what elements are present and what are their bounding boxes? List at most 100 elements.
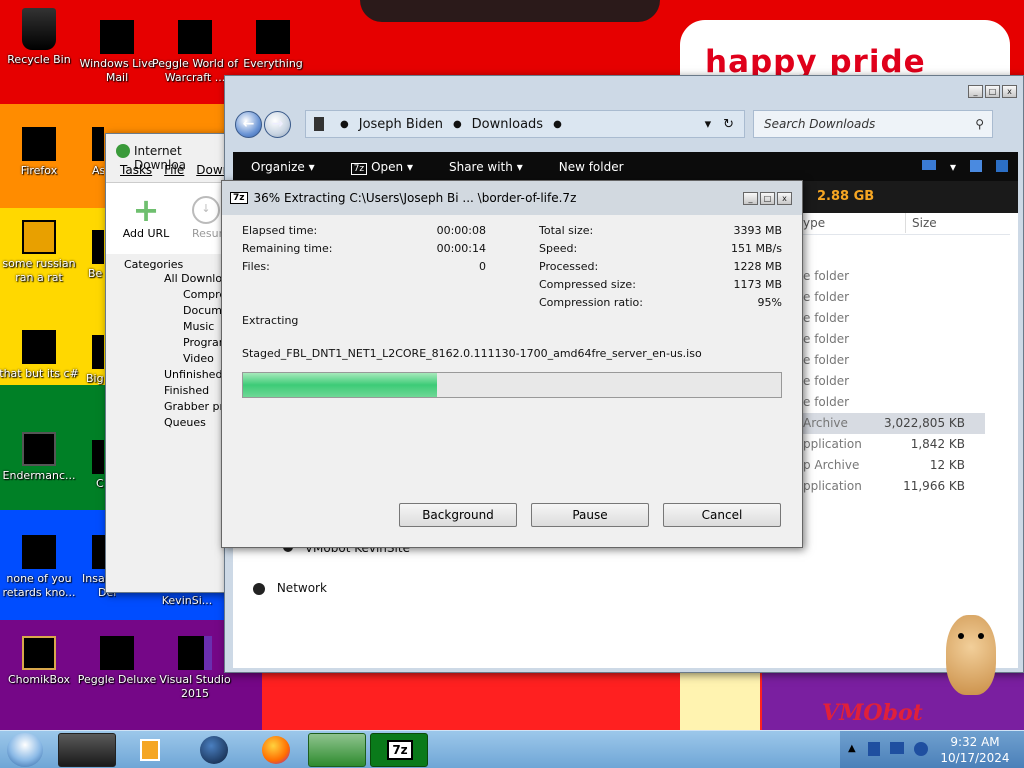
organize-button[interactable]: Organize ▾ [233,160,333,174]
taskbar-item-terminal[interactable] [58,733,116,767]
desktop-icon-recycle-bin[interactable]: Recycle Bin [0,8,82,67]
progress-bar [242,372,782,398]
pause-button[interactable]: Pause [531,503,649,527]
close-button[interactable]: x [777,192,792,205]
file-row[interactable]: e folder [795,350,985,371]
taskbar-item-firefox[interactable] [248,733,306,767]
desktop-icon-be[interactable]: Be [74,230,104,281]
back-button[interactable]: ← [235,110,262,138]
minimize-button[interactable]: _ [743,192,758,205]
tray-app-icon[interactable] [868,742,880,756]
file-row[interactable]: p Archive 12 KB [795,455,985,476]
tree-unfinished[interactable]: Unfinished [164,368,222,381]
file-type: e folder [803,353,850,367]
add-url-button[interactable]: + Add URL [118,193,174,240]
app-icon [22,535,56,569]
volume-tray-icon[interactable] [914,742,928,756]
stat-value: 151 MB/s [731,242,782,255]
file-row[interactable]: e folder [795,392,985,413]
rat-icon [22,220,56,254]
idm-window[interactable]: Internet Downloa Tasks File Down + Add U… [105,133,236,593]
breadcrumb-downloads[interactable]: Downloads [472,117,543,132]
desktop-icon-big[interactable]: Big [74,335,104,386]
desktop-icon-peggle-deluxe[interactable]: Peggle Deluxe [74,636,160,687]
file-size: 11,966 KB [903,479,965,493]
stat-value: 00:00:14 [436,242,486,255]
network-tray-icon[interactable] [890,742,904,754]
desktop-icon-windows-live-mail[interactable]: Windows Live Mail [74,20,160,85]
nav-item-network[interactable]: Network [253,581,327,595]
file-row[interactable]: e folder [795,308,985,329]
file-row[interactable]: e folder [795,287,985,308]
desktop-icon-everything[interactable]: Everything [230,20,316,71]
firefox-icon [262,736,290,764]
7zip-extract-dialog[interactable]: 7z 36% Extracting C:\Users\Joseph Bi ...… [221,180,803,548]
open-button[interactable]: 7z Open ▾ [333,160,431,175]
media-player-icon [140,739,160,761]
column-type[interactable]: ype [803,216,825,230]
window-stack-icon [22,330,56,364]
column-size[interactable]: Size [912,216,937,230]
preview-pane-icon[interactable] [970,159,982,172]
maximize-button[interactable]: □ [985,85,1000,98]
file-type: p Archive [803,458,860,472]
current-file: Staged_FBL_DNT1_NET1_L2CORE_8162.0.11113… [242,347,702,360]
chomikbox-icon [22,636,56,670]
idm-app-icon [116,144,130,158]
cancel-button[interactable]: Cancel [663,503,781,527]
system-tray: ▲ 9:32 AM 10/17/2024 [840,731,1024,768]
refresh-icon[interactable]: ↻ [723,117,734,132]
tree-finished[interactable]: Finished [164,384,209,397]
clock-date: 10/17/2024 [940,751,1010,765]
file-row[interactable]: e folder [795,266,985,287]
file-size: 3,022,805 KB [884,416,965,430]
help-icon[interactable] [996,159,1008,172]
search-input[interactable]: Search Downloads ⚲ [753,110,993,138]
view-icon[interactable] [921,159,936,170]
taskbar-item-idm[interactable] [308,733,366,767]
start-button[interactable] [7,733,43,767]
file-type: pplication [803,479,862,493]
file-size: 12 KB [929,458,965,472]
app-icon [92,230,104,264]
stat-value: 1173 MB [733,278,782,291]
free-space: 2.88 GB [817,189,875,204]
forward-button[interactable]: → [264,110,291,138]
show-hidden-icons-icon[interactable]: ▲ [848,743,856,754]
desktop-icon-russian-rat[interactable]: some russian ran a rat [0,220,82,285]
tree-video[interactable]: Video [183,352,214,365]
tree-music[interactable]: Music [183,320,214,333]
menu-tasks[interactable]: Tasks [120,163,152,177]
file-row[interactable]: pplication 1,842 KB [795,434,985,455]
address-bar[interactable]: ● Joseph Biden ● Downloads ● ▾ ↻ [305,110,745,138]
file-row[interactable]: Archive 3,022,805 KB [795,413,985,434]
close-button[interactable]: x [1002,85,1017,98]
desktop-icon-chomikbox[interactable]: ChomikBox [0,636,82,687]
taskbar-item-globe[interactable] [186,733,244,767]
clock[interactable]: 9:32 AM 10/17/2024 [940,734,1010,766]
background-button[interactable]: Background [399,503,517,527]
taskbar-item-media-player[interactable] [122,733,180,767]
desktop-icon-endermanch[interactable]: Endermanc... [0,432,82,483]
desktop-icon-as[interactable]: As [74,127,104,178]
taskbar-item-7zip[interactable]: 7z [370,733,428,767]
desktop-icon-c-sharp[interactable]: that but its c# [0,330,82,381]
maximize-button[interactable]: □ [760,192,775,205]
desktop-icon-firefox[interactable]: Firefox [0,127,82,178]
menu-file[interactable]: File [164,163,184,177]
tree-queues[interactable]: Queues [164,416,206,429]
file-row[interactable]: e folder [795,371,985,392]
wallpaper-text: VMObot [822,700,923,726]
network-icon [253,582,265,595]
breadcrumb-joseph-biden[interactable]: Joseph Biden [359,117,443,132]
stat-label: Speed: [539,242,578,255]
desktop-icon-c[interactable]: C [74,440,104,491]
desktop-icon-none-of-you[interactable]: none of you retards kno... [0,535,82,600]
dropdown-icon[interactable]: ▾ [705,117,712,132]
view-dropdown-icon[interactable]: ▾ [950,160,956,174]
share-with-button[interactable]: Share with ▾ [431,160,541,174]
new-folder-button[interactable]: New folder [541,160,642,174]
minimize-button[interactable]: _ [968,85,983,98]
file-row[interactable]: pplication 11,966 KB [795,476,985,497]
file-row[interactable]: e folder [795,329,985,350]
